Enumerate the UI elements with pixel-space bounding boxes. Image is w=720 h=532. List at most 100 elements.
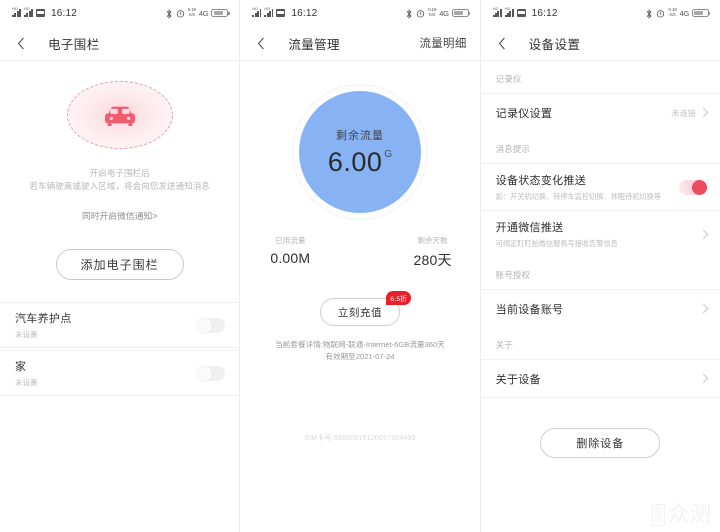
setting-texts: 关于设备: [496, 371, 700, 387]
bluetooth-icon: [405, 8, 413, 19]
status-bar: HD HD 16:12 0.19 K/s 4G: [481, 0, 720, 26]
device-status-push-toggle[interactable]: [678, 179, 707, 195]
status-bar: HD HD 16:12 0.19 K/s 4G: [240, 0, 479, 26]
setting-texts: 记录仪设置: [496, 105, 672, 121]
gauge-label: 剩余流量: [335, 130, 384, 142]
lte-icon: 4G: [439, 8, 449, 18]
fence-item-title: 汽车养护点: [15, 313, 72, 325]
page-title: 流量管理: [288, 37, 340, 52]
setting-right: [698, 303, 709, 314]
settings-navbar: 设备设置: [481, 26, 720, 60]
section-header-about: 关于: [495, 340, 514, 350]
fence-list: 汽车养护点 未设置 家 未设置: [0, 302, 240, 396]
lte-icon: 4G: [679, 8, 690, 18]
fence-item-status: 未设置: [15, 378, 38, 387]
section-header-notifications: 消息提示: [495, 144, 531, 154]
signal-icon: HD: [264, 6, 274, 17]
status-time: 16:12: [531, 7, 558, 19]
stat-used-data: 已用流量 0.00M: [270, 235, 310, 270]
gauge-value-row: 6.00 G: [328, 147, 392, 177]
battery-icon: [451, 8, 471, 18]
sim-label: HD: [252, 6, 259, 11]
fence-item-status: 未设置: [15, 330, 38, 339]
signal-icon: HD: [252, 6, 262, 17]
plan-details-line2: 有效期至2021-07-24: [325, 352, 395, 361]
signal-icon: HD: [24, 6, 33, 17]
data-stats: 已用流量 0.00M 剩余天数 280天: [240, 219, 479, 270]
signal-icon: HD: [504, 6, 514, 17]
section-header-account: 账号授权: [495, 270, 531, 280]
setting-row-about-device[interactable]: 关于设备: [480, 359, 720, 397]
stat-value: 280天: [413, 252, 452, 268]
back-icon[interactable]: [494, 35, 510, 51]
status-bar-right: 0.19 K/s 4G: [405, 8, 471, 19]
data-navbar: 流量管理 流量明细: [240, 26, 479, 60]
alarm-icon: [656, 9, 665, 18]
panel-electronic-fence: HD HD 16:12 0.19 K/s 4G 电子围栏 开启电子围栏后 若车辆…: [0, 0, 240, 532]
setting-right: [698, 373, 709, 384]
sim-number: SIM卡号:89860619120057364499: [304, 435, 416, 442]
alarm-icon: [416, 9, 425, 18]
status-bar-left: HD HD 16:12: [492, 6, 558, 19]
chevron-right-icon: [698, 373, 709, 384]
panel-data-management: HD HD 16:12 0.19 K/s 4G 流量管理 流量明细 剩余流量 6…: [239, 0, 480, 532]
setting-row-current-account[interactable]: 当前设备账号: [480, 289, 720, 327]
setting-title: 关于设备: [495, 373, 541, 386]
car-icon: [104, 106, 135, 126]
status-bar-right: 0.19 K/s 4G: [165, 8, 230, 19]
setting-value: 未连接: [671, 108, 696, 118]
add-fence-button[interactable]: 添加电子围栏: [55, 249, 184, 280]
fence-item-toggle[interactable]: [197, 365, 226, 381]
setting-row-device-status-push[interactable]: 设备状态变化推送 如：开关机切换、转停车监控切换、休眠待机切换等: [480, 163, 720, 210]
plan-details: 当前套餐详情:物联网-联通-Internet-6GB流量360天 有效期至202…: [240, 339, 479, 363]
fence-list-item[interactable]: 家 未设置: [0, 350, 240, 396]
fence-description-line2: 若车辆驶离或驶入区域，将会向您发送通知消息: [29, 181, 210, 191]
stat-label: 已用流量: [275, 236, 306, 245]
sd-card-icon: [516, 9, 526, 17]
fence-navbar: 电子围栏: [0, 26, 239, 60]
recharge-wrap: 立刻充值 6.5折: [240, 291, 479, 326]
stat-remaining-days: 剩余天数 280天: [413, 235, 451, 270]
chevron-right-icon: [698, 303, 709, 314]
sim-label: HD: [12, 6, 18, 11]
status-bar: HD HD 16:12 0.19 K/s 4G: [0, 0, 239, 26]
setting-row-recorder-settings[interactable]: 记录仪设置 未连接: [480, 93, 720, 131]
back-icon[interactable]: [13, 35, 29, 51]
network-speed-icon: 0.19 K/s: [668, 8, 676, 17]
alarm-icon: [176, 9, 185, 18]
fence-hero: 开启电子围栏后 若车辆驶离或驶入区域，将会向您发送通知消息 同时开启微信通知>: [0, 61, 239, 222]
sim-label: HD: [264, 6, 271, 11]
screenshot-root: HD HD 16:12 0.19 K/s 4G 电子围栏 开启电子围栏后 若车辆…: [0, 0, 720, 532]
setting-right: [678, 179, 707, 195]
signal-icon: HD: [492, 6, 502, 17]
wechat-notify-link[interactable]: 同时开启微信通知>: [82, 209, 158, 222]
gauge-unit: G: [384, 149, 393, 160]
signal-icon: HD: [12, 6, 21, 17]
recharge-button[interactable]: 立刻充值 6.5折: [319, 291, 411, 326]
plan-details-line1: 当前套餐详情:物联网-联通-Internet-6GB流量360天: [275, 340, 445, 349]
sim-label: HD: [492, 6, 499, 11]
setting-row-wechat-push[interactable]: 开通微信推送 可绑定盯盯拍微信服务号接收告警信息: [480, 210, 720, 257]
divider: [480, 397, 720, 398]
fence-item-texts: 家 未设置: [15, 358, 197, 388]
fence-list-item[interactable]: 汽车养护点 未设置: [0, 302, 240, 348]
stat-label: 剩余天数: [417, 236, 448, 245]
sd-card-icon: [276, 9, 286, 17]
setting-texts: 设备状态变化推送 如：开关机切换、转停车监控切换、休眠待机切换等: [496, 172, 679, 202]
chevron-right-icon: [698, 229, 709, 239]
setting-texts: 开通微信推送 可绑定盯盯拍微信服务号接收告警信息: [496, 219, 700, 249]
chevron-right-icon: [698, 107, 709, 118]
status-bar-left: HD HD 16:12: [12, 6, 77, 19]
fence-zone-illustration: [66, 81, 173, 149]
page-title: 电子围栏: [48, 37, 100, 52]
back-icon[interactable]: [253, 35, 269, 51]
gauge-value: 6.00: [327, 147, 383, 177]
delete-device-button[interactable]: 删除设备: [540, 428, 661, 458]
sim-label: HD: [504, 6, 511, 11]
network-speed-unit: K/s: [429, 12, 436, 17]
battery-icon: [211, 8, 230, 18]
stat-value: 0.00M: [270, 250, 311, 266]
data-detail-link[interactable]: 流量明细: [419, 35, 466, 51]
fence-description-line1: 开启电子围栏后: [89, 168, 150, 178]
fence-item-toggle[interactable]: [197, 317, 226, 333]
